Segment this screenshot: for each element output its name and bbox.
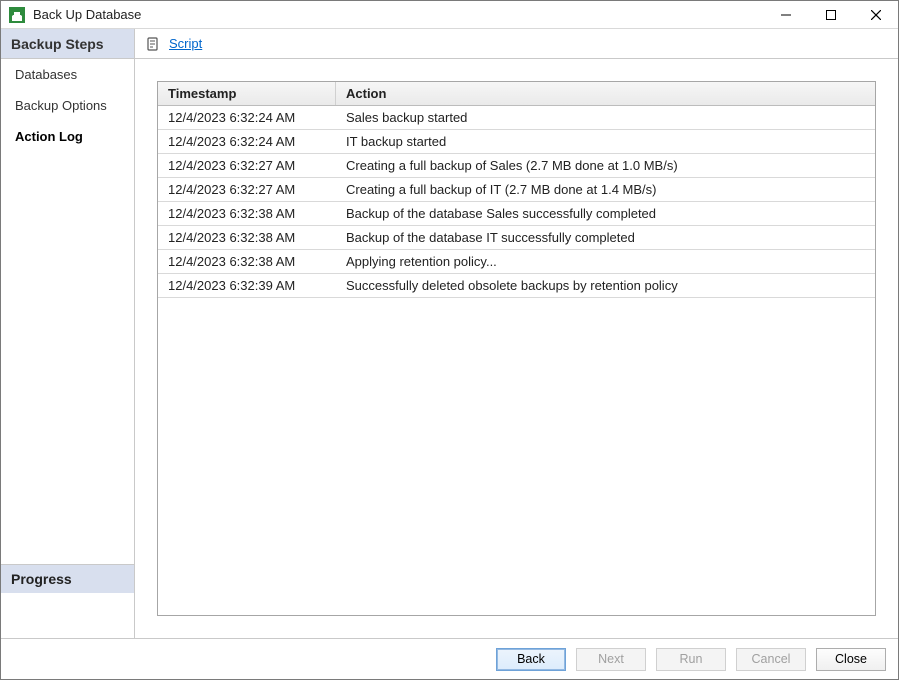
log-cell-timestamp: 12/4/2023 6:32:27 AM [158, 154, 336, 177]
log-cell-timestamp: 12/4/2023 6:32:27 AM [158, 178, 336, 201]
log-row[interactable]: 12/4/2023 6:32:38 AMBackup of the databa… [158, 202, 875, 226]
sidebar-item-backup-options[interactable]: Backup Options [1, 90, 134, 121]
close-button[interactable]: Close [816, 648, 886, 671]
col-header-action[interactable]: Action [336, 82, 875, 105]
log-header-row: Timestamp Action [158, 82, 875, 106]
back-button[interactable]: Back [496, 648, 566, 671]
log-cell-action: Applying retention policy... [336, 250, 875, 273]
log-cell-timestamp: 12/4/2023 6:32:38 AM [158, 226, 336, 249]
script-icon [145, 36, 161, 52]
sidebar-item-databases[interactable]: Databases [1, 59, 134, 90]
log-cell-timestamp: 12/4/2023 6:32:38 AM [158, 202, 336, 225]
content-area: Timestamp Action 12/4/2023 6:32:24 AMSal… [135, 59, 898, 638]
window-title: Back Up Database [33, 7, 141, 22]
maximize-icon [826, 10, 836, 20]
log-cell-timestamp: 12/4/2023 6:32:24 AM [158, 106, 336, 129]
close-icon [871, 10, 881, 20]
window-frame: Back Up Database Backup Steps Script [0, 0, 899, 680]
sidebar: Databases Backup Options Action Log Prog… [1, 59, 135, 638]
backup-steps-header: Backup Steps [1, 29, 135, 59]
cancel-button[interactable]: Cancel [736, 648, 806, 671]
maximize-button[interactable] [808, 1, 853, 29]
app-icon [9, 7, 25, 23]
log-row[interactable]: 12/4/2023 6:32:27 AMCreating a full back… [158, 154, 875, 178]
action-log-table: Timestamp Action 12/4/2023 6:32:24 AMSal… [157, 81, 876, 616]
log-cell-timestamp: 12/4/2023 6:32:39 AM [158, 274, 336, 297]
log-row[interactable]: 12/4/2023 6:32:24 AMIT backup started [158, 130, 875, 154]
progress-header: Progress [1, 564, 134, 593]
log-cell-action: Creating a full backup of Sales (2.7 MB … [336, 154, 875, 177]
next-button[interactable]: Next [576, 648, 646, 671]
log-cell-action: Backup of the database IT successfully c… [336, 226, 875, 249]
script-link[interactable]: Script [169, 36, 202, 51]
log-row[interactable]: 12/4/2023 6:32:38 AMApplying retention p… [158, 250, 875, 274]
toolbar-right: Script [135, 29, 898, 58]
log-rows[interactable]: 12/4/2023 6:32:24 AMSales backup started… [158, 106, 875, 615]
log-cell-action: IT backup started [336, 130, 875, 153]
minimize-icon [781, 10, 791, 20]
log-row[interactable]: 12/4/2023 6:32:39 AMSuccessfully deleted… [158, 274, 875, 298]
log-row[interactable]: 12/4/2023 6:32:27 AMCreating a full back… [158, 178, 875, 202]
log-cell-action: Backup of the database Sales successfull… [336, 202, 875, 225]
log-row[interactable]: 12/4/2023 6:32:24 AMSales backup started [158, 106, 875, 130]
log-cell-action: Creating a full backup of IT (2.7 MB don… [336, 178, 875, 201]
col-header-timestamp[interactable]: Timestamp [158, 82, 336, 105]
body: Databases Backup Options Action Log Prog… [1, 59, 898, 639]
titlebar: Back Up Database [1, 1, 898, 29]
log-cell-action: Sales backup started [336, 106, 875, 129]
log-cell-timestamp: 12/4/2023 6:32:24 AM [158, 130, 336, 153]
run-button[interactable]: Run [656, 648, 726, 671]
progress-body [1, 593, 134, 638]
log-row[interactable]: 12/4/2023 6:32:38 AMBackup of the databa… [158, 226, 875, 250]
log-cell-timestamp: 12/4/2023 6:32:38 AM [158, 250, 336, 273]
minimize-button[interactable] [763, 1, 808, 29]
toolbar: Backup Steps Script [1, 29, 898, 59]
sidebar-item-action-log[interactable]: Action Log [1, 121, 134, 152]
close-window-button[interactable] [853, 1, 898, 29]
footer: Back Next Run Cancel Close [1, 639, 898, 679]
log-cell-action: Successfully deleted obsolete backups by… [336, 274, 875, 297]
